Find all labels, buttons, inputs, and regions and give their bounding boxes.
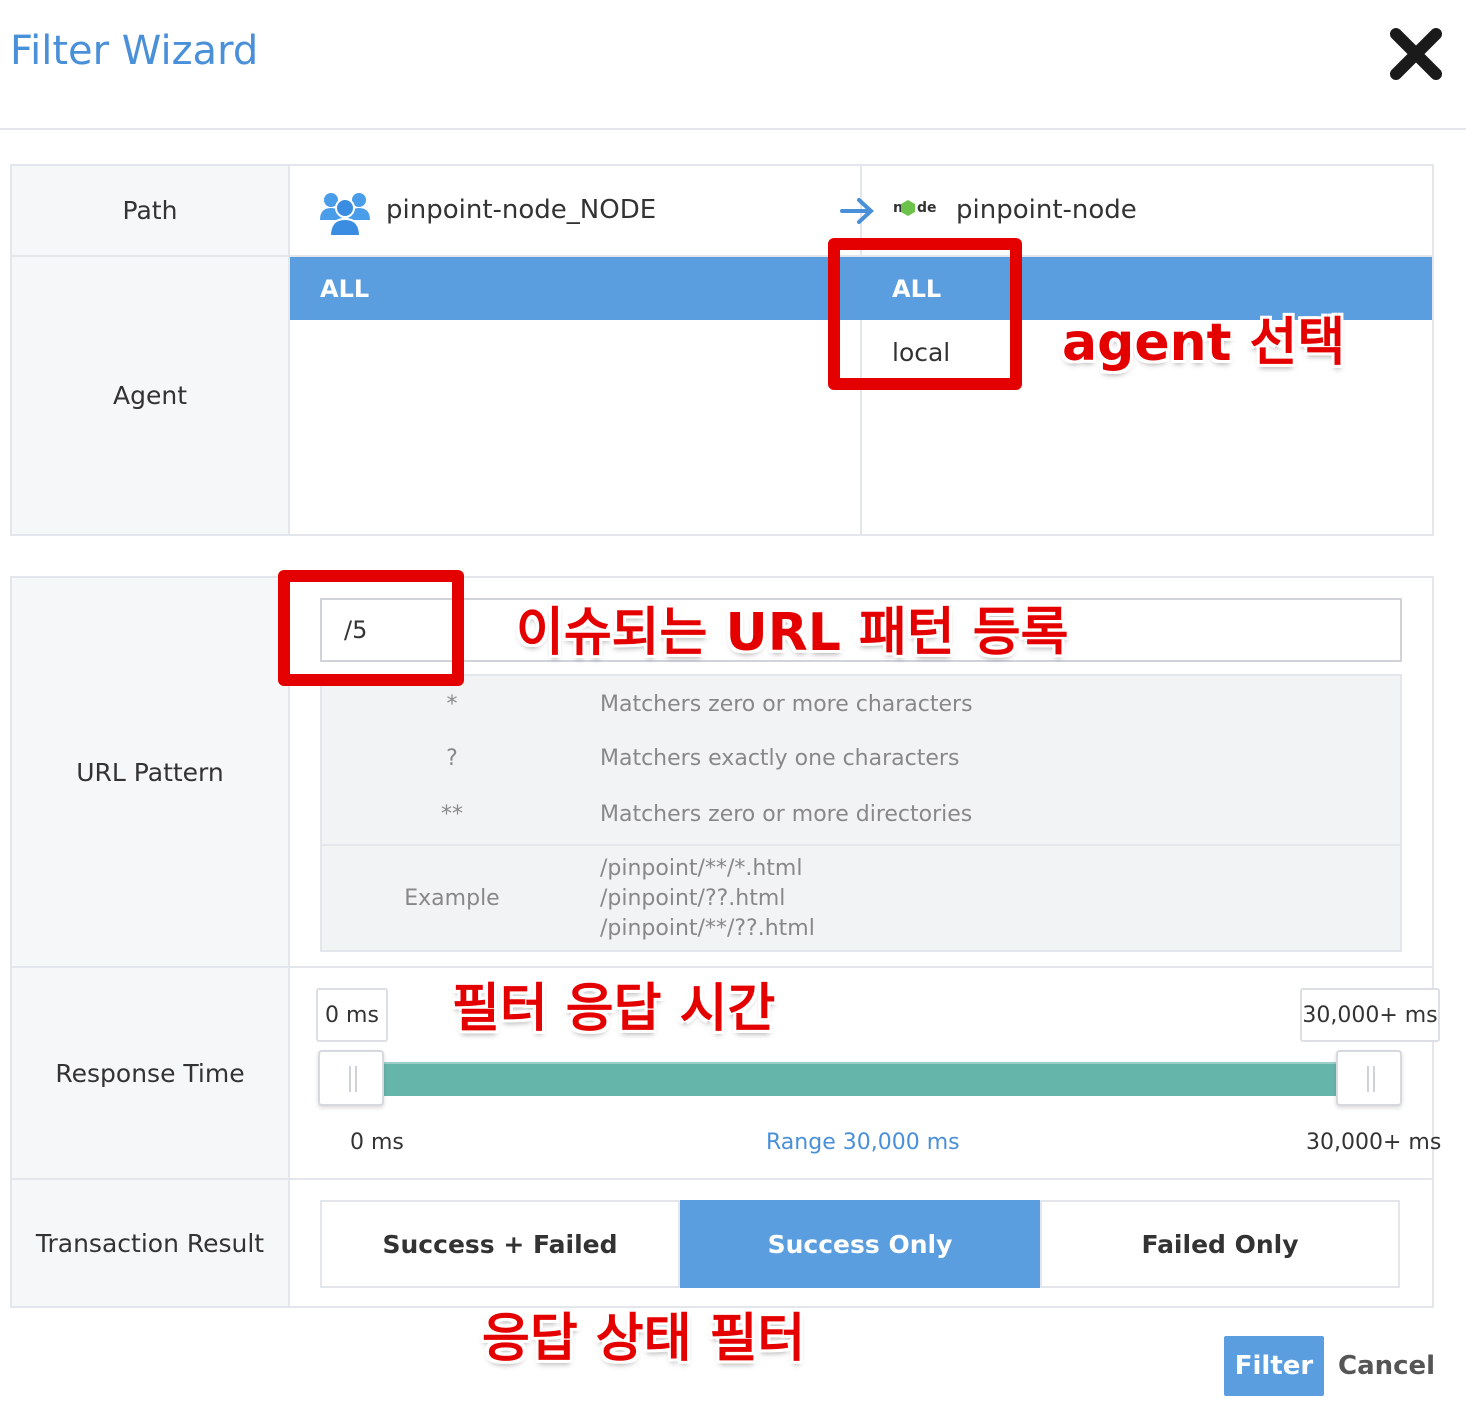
help-description: Matchers zero or more characters [600,692,973,717]
annotation-agent: agent 선택 [1062,313,1346,373]
response-time-label: Response Time [12,968,290,1178]
scale-min: 0 ms [350,1130,404,1155]
help-symbol: ? [446,746,458,771]
help-symbol: * [446,692,458,717]
help-symbol: ** [441,802,463,827]
annotation-url: 이슈되는 URL 패턴 등록 [516,603,1069,663]
result-success-failed[interactable]: Success + Failed [320,1200,680,1288]
path-from: pinpoint-node_NODE [386,195,657,225]
nodejs-logo-icon: n de [893,200,937,216]
close-icon[interactable] [1388,26,1444,82]
user-group-icon [320,193,370,237]
response-max-input[interactable]: 30,000+ ms [1300,988,1440,1042]
path-to: pinpoint-node [956,195,1137,225]
annotation-box-url [278,570,464,686]
annotation-box-agent [828,238,1022,390]
help-description: Matchers zero or more directories [600,802,973,827]
response-slider-track[interactable] [384,1062,1340,1096]
result-success-only[interactable]: Success Only [680,1200,1040,1288]
annotation-result: 응답 상태 필터 [482,1309,806,1369]
range-text: Range 30,000 ms [766,1130,960,1155]
header-divider [0,128,1466,130]
example-item: /pinpoint/**/??.html [600,916,815,941]
url-help-box: * Matchers zero or more characters ? Mat… [320,674,1402,952]
svg-text:de: de [917,200,937,216]
example-item: /pinpoint/??.html [600,886,786,911]
slider-min-handle[interactable] [318,1050,384,1106]
filter-button[interactable]: Filter [1224,1336,1324,1396]
dialog-title: Filter Wizard [10,28,259,74]
help-description: Matchers exactly one characters [600,746,960,771]
scale-max: 30,000+ ms [1306,1130,1442,1155]
result-failed-only[interactable]: Failed Only [1040,1200,1400,1288]
example-label: Example [404,886,500,911]
cancel-button[interactable]: Cancel [1338,1336,1435,1396]
slider-max-handle[interactable] [1336,1050,1402,1106]
agent-label: Agent [12,257,290,534]
annotation-response: 필터 응답 시간 [452,979,776,1039]
transaction-result-label: Transaction Result [12,1180,290,1306]
agent-from-all[interactable]: ALL [320,275,369,303]
arrow-right-icon [840,198,874,224]
divider [322,844,1400,846]
example-item: /pinpoint/**/*.html [600,856,803,881]
url-pattern-label: URL Pattern [12,578,290,966]
path-label: Path [12,166,290,255]
response-min-input[interactable]: 0 ms [316,988,388,1042]
